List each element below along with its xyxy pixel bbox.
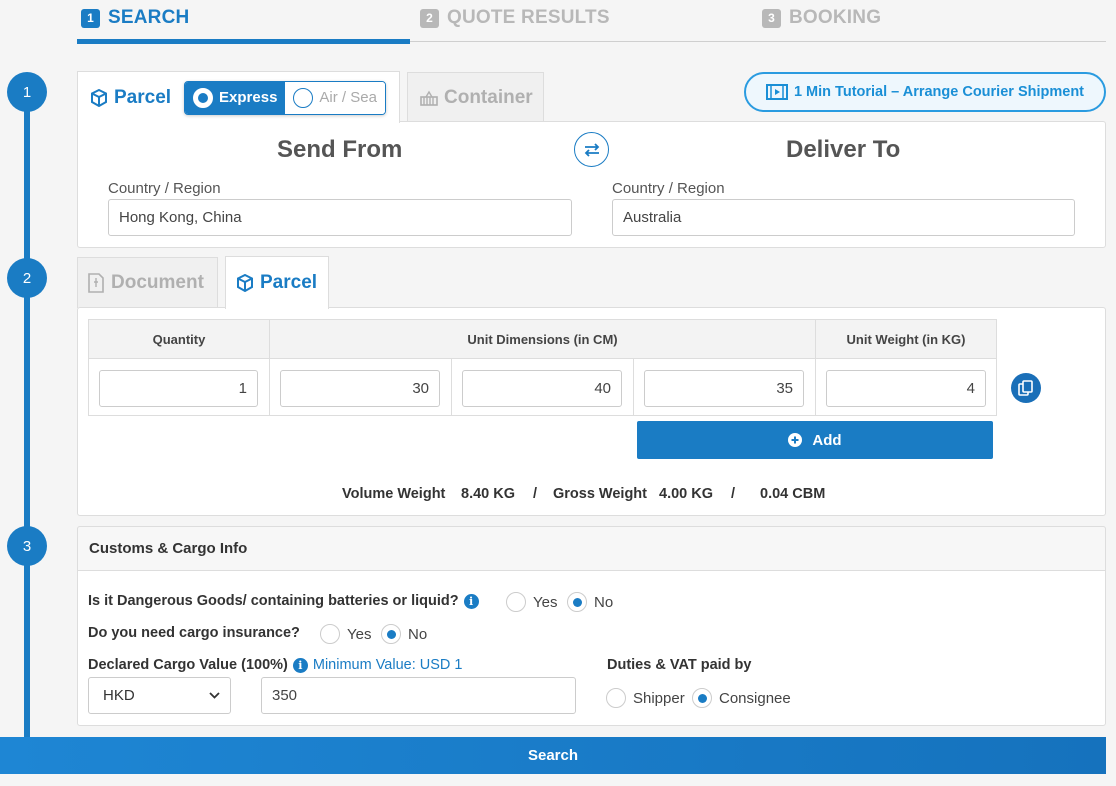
document-icon: [88, 273, 104, 293]
copy-icon: [1018, 380, 1034, 396]
to-country-input[interactable]: Australia: [612, 199, 1075, 236]
minimum-value-note: Minimum Value: USD 1: [312, 657, 463, 673]
dangerous-goods-question: Is it Dangerous Goods/ containing batter…: [88, 593, 479, 609]
to-country-label: Country / Region: [612, 180, 725, 197]
weight-header: Unit Weight (in KG): [815, 319, 997, 359]
timeline-line: [24, 92, 30, 752]
summary-separator: /: [533, 486, 538, 502]
insurance-yes-radio[interactable]: Yes: [320, 624, 371, 644]
radio-label: Yes: [533, 593, 558, 611]
air-sea-option[interactable]: Air / Sea: [285, 81, 385, 114]
search-button[interactable]: Search: [0, 737, 1106, 774]
radio-label: No: [594, 593, 614, 611]
air-sea-label: Air / Sea: [319, 89, 377, 106]
quantity-header: Quantity: [88, 319, 270, 359]
container-tab-label: Container: [444, 86, 533, 108]
declared-value-row: Declared Cargo Value (100%) i Minimum Va…: [88, 657, 462, 673]
progress-steps: 1 SEARCH 2 QUOTE RESULTS 3 BOOKING: [77, 0, 1106, 44]
timeline-step-1: 1: [7, 72, 47, 112]
timeline-step-3: 3: [7, 526, 47, 566]
dimensions-header: Unit Dimensions (in CM): [269, 319, 816, 359]
tutorial-button[interactable]: 1 Min Tutorial – Arrange Courier Shipmen…: [744, 72, 1106, 112]
quantity-input[interactable]: 1: [99, 370, 258, 407]
declared-value-label: Declared Cargo Value (100%): [88, 657, 288, 673]
cbm-value: 0.04 CBM: [760, 486, 826, 502]
radio-circle: [567, 592, 587, 612]
insurance-no-radio[interactable]: No: [381, 624, 427, 644]
step-number: 3: [762, 8, 781, 28]
customs-title: Customs & Cargo Info: [77, 526, 1106, 571]
summary-separator: /: [731, 486, 736, 502]
from-country-input[interactable]: Hong Kong, China: [108, 199, 572, 236]
add-label: Add: [812, 431, 842, 449]
radio-label: Yes: [347, 625, 372, 643]
plus-circle-icon: [788, 433, 803, 447]
dangerous-yes-radio[interactable]: Yes: [506, 592, 557, 612]
swap-route-button[interactable]: [574, 132, 609, 167]
radio-label: No: [408, 625, 428, 643]
tab-container[interactable]: Container: [407, 72, 544, 122]
swap-arrows-icon: [583, 142, 601, 158]
parcel-icon: [90, 88, 108, 107]
steps-active-bar: [77, 39, 410, 44]
send-from-title: Send From: [277, 136, 403, 163]
duplicate-row-button[interactable]: [1011, 373, 1041, 403]
step-quote-results[interactable]: 2 QUOTE RESULTS: [420, 7, 610, 29]
consignee-radio[interactable]: Consignee: [692, 688, 791, 708]
parcel-icon: [236, 274, 254, 292]
step-booking[interactable]: 3 BOOKING: [762, 7, 881, 29]
step-number: 2: [420, 8, 439, 28]
currency-select[interactable]: HKD: [88, 677, 231, 714]
radio-label: Shipper: [633, 689, 685, 707]
step-search[interactable]: 1 SEARCH: [81, 7, 189, 29]
service-toggle[interactable]: Express Air / Sea: [184, 80, 386, 115]
radio-circle: [381, 624, 401, 644]
currency-value: HKD: [103, 687, 135, 704]
tab-parcel-cargo[interactable]: Parcel: [225, 256, 329, 309]
info-icon[interactable]: i: [463, 593, 479, 609]
step-number: 1: [81, 8, 100, 28]
parcel-tab-label: Parcel: [260, 272, 318, 293]
step-label: BOOKING: [789, 7, 882, 28]
chevron-down-icon: [209, 692, 220, 699]
radio-selected-icon: [193, 87, 214, 108]
radio-circle: [320, 624, 340, 644]
container-icon: [420, 90, 438, 106]
radio-circle: [606, 688, 626, 708]
tutorial-label: 1 Min Tutorial – Arrange Courier Shipmen…: [793, 84, 1085, 100]
insurance-question: Do you need cargo insurance?: [88, 625, 300, 641]
from-country-label: Country / Region: [108, 180, 221, 197]
height-input[interactable]: 35: [644, 370, 804, 407]
express-label: Express: [219, 89, 278, 106]
add-row-button[interactable]: Add: [637, 421, 993, 459]
weight-input[interactable]: 4: [826, 370, 986, 407]
radio-circle: [506, 592, 526, 612]
duties-label: Duties & VAT paid by: [607, 657, 752, 673]
shipper-radio[interactable]: Shipper: [606, 688, 685, 708]
dangerous-goods-label: Is it Dangerous Goods/ containing batter…: [88, 593, 459, 609]
express-option[interactable]: Express: [185, 81, 286, 114]
parcel-tab-label: Parcel: [114, 86, 172, 108]
volume-weight-value: 8.40 KG: [461, 486, 515, 502]
tab-parcel-shipment[interactable]: Parcel Express Air / Sea: [77, 71, 400, 123]
gross-weight-value: 4.00 KG: [659, 486, 713, 502]
dangerous-no-radio[interactable]: No: [567, 592, 613, 612]
deliver-to-title: Deliver To: [786, 136, 901, 163]
gross-weight-label: Gross Weight: [553, 486, 647, 502]
timeline-step-2: 2: [7, 258, 47, 298]
width-input[interactable]: 40: [462, 370, 622, 407]
volume-weight-label: Volume Weight: [342, 486, 446, 502]
radio-label: Consignee: [719, 689, 791, 707]
info-icon[interactable]: i: [292, 657, 308, 673]
radio-empty-icon: [293, 87, 314, 108]
document-tab-label: Document: [111, 272, 204, 293]
tab-document[interactable]: Document: [77, 257, 218, 308]
step-label: SEARCH: [108, 7, 190, 28]
video-icon: [765, 84, 788, 100]
length-input[interactable]: 30: [280, 370, 440, 407]
declared-value-input[interactable]: 350: [261, 677, 576, 714]
radio-circle: [692, 688, 712, 708]
step-label: QUOTE RESULTS: [447, 7, 610, 28]
